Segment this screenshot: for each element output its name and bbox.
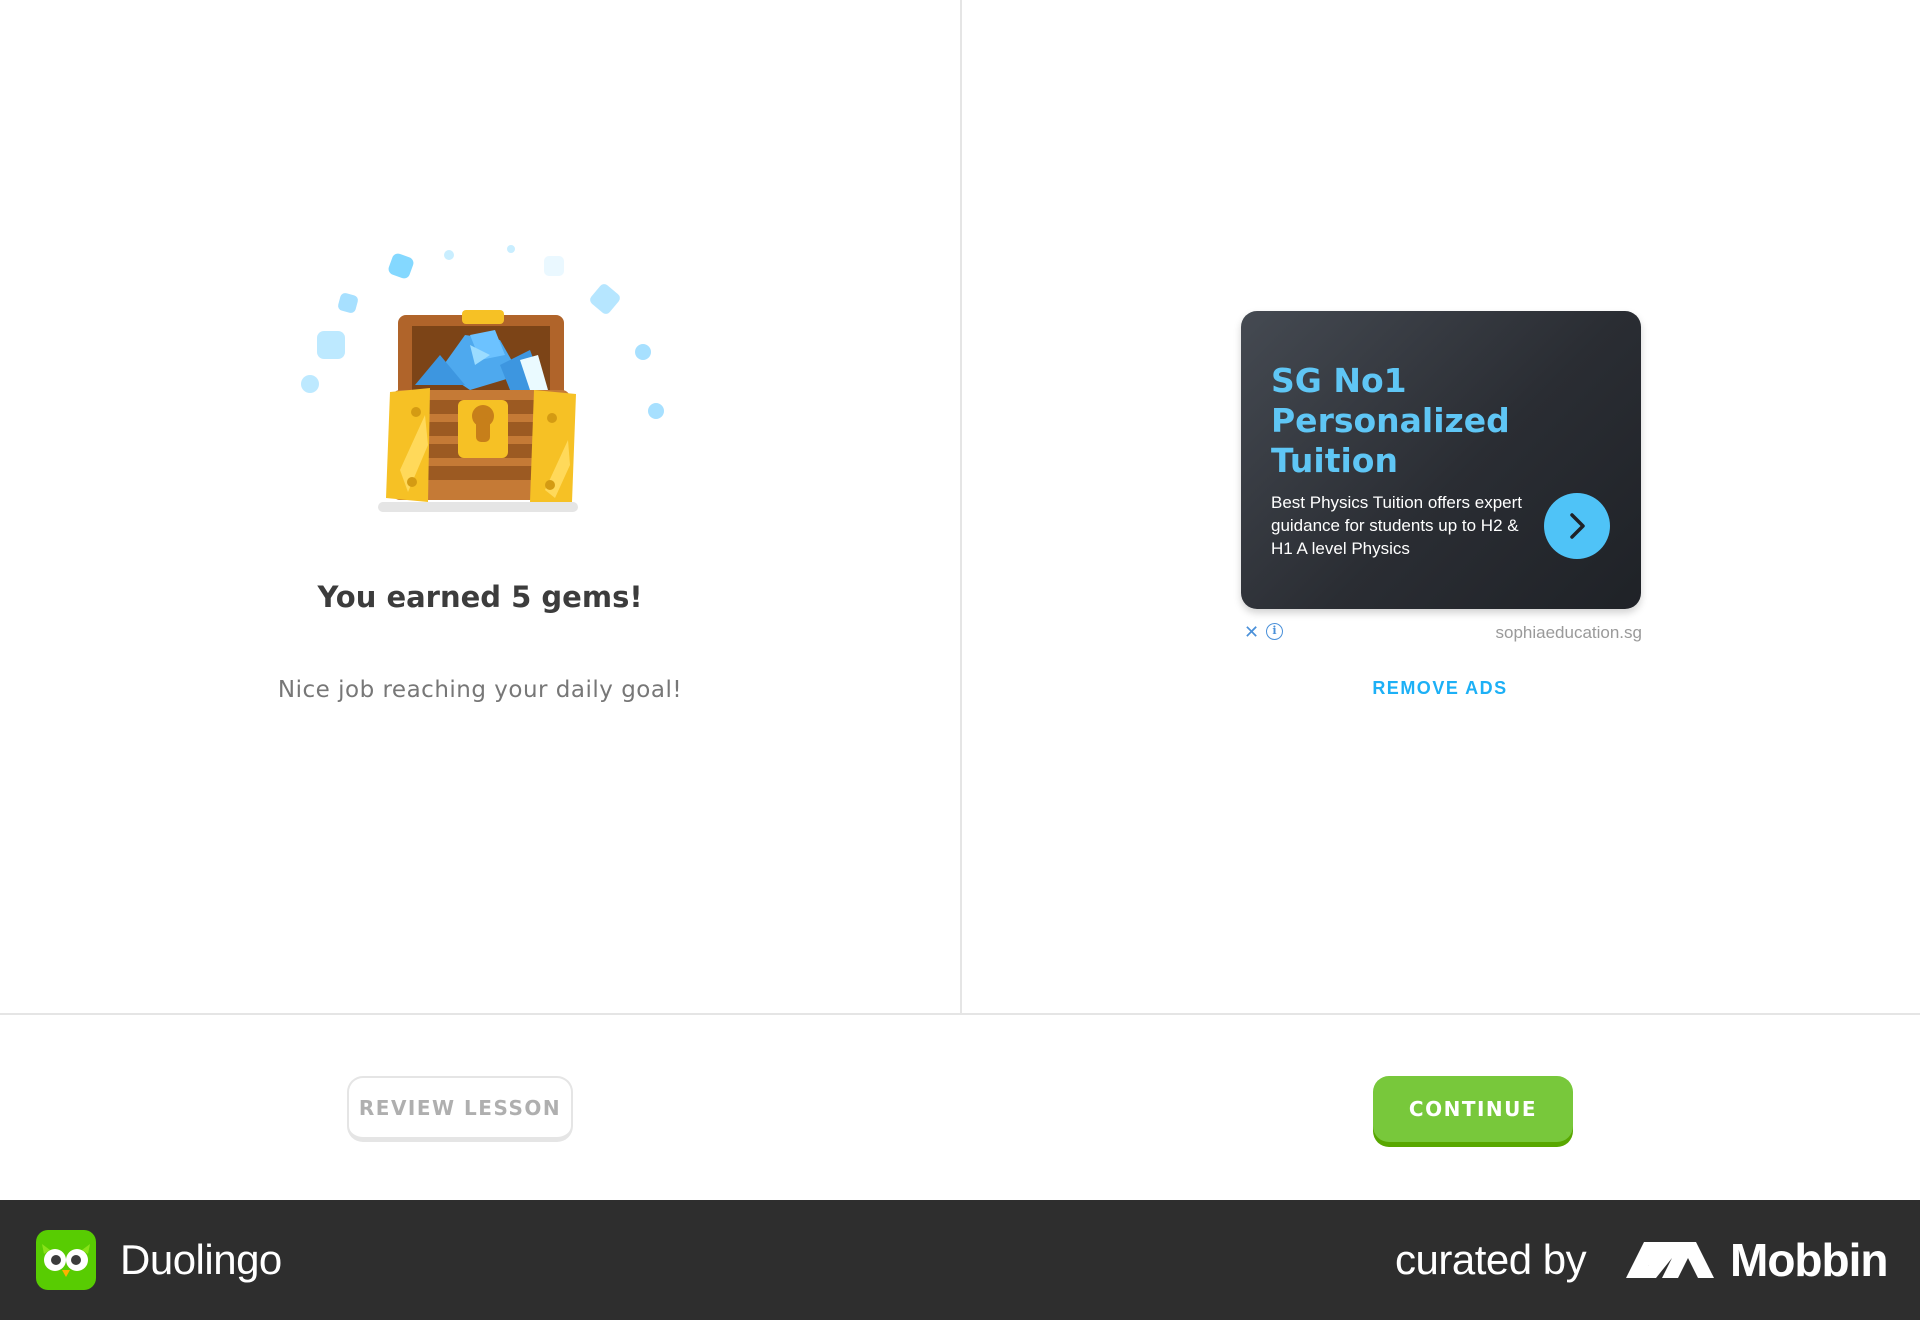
ad-headline[interactable]: SG No1 Personalized Tuition: [1271, 361, 1631, 481]
panel-divider: [960, 0, 962, 1013]
review-lesson-button[interactable]: REVIEW LESSON: [347, 1076, 573, 1142]
footer-divider: [0, 1013, 1920, 1015]
reward-subtitle: Nice job reaching your daily goal!: [277, 677, 683, 703]
chevron-right-icon: [1570, 513, 1585, 539]
mobbin-logo-icon: [1626, 1238, 1716, 1286]
remove-ads-link[interactable]: REMOVE ADS: [1340, 678, 1540, 699]
curated-banner: Duolingo curated by Mobbin: [0, 1200, 1920, 1320]
gem-chest-icon: [301, 245, 664, 512]
ad-close-icon[interactable]: ✕: [1244, 622, 1259, 643]
reward-title: You earned 5 gems!: [317, 580, 643, 614]
ad-open-button[interactable]: [1544, 493, 1610, 559]
ad-body: Best Physics Tuition offers expert guida…: [1271, 493, 1523, 558]
mobbin-name: Mobbin: [1730, 1234, 1888, 1286]
ad-domain: sophiaeducation.sg: [1495, 623, 1642, 642]
curated-by-label: curated by: [1395, 1236, 1587, 1283]
duolingo-logo-icon: [36, 1230, 96, 1290]
ad-card[interactable]: SG No1 Personalized Tuition Best Physics…: [1241, 311, 1641, 609]
app-name: Duolingo: [120, 1236, 282, 1283]
treasure-chest-illustration: [290, 240, 680, 520]
ad-info-icon[interactable]: i: [1266, 623, 1283, 640]
continue-button[interactable]: CONTINUE: [1373, 1076, 1573, 1142]
